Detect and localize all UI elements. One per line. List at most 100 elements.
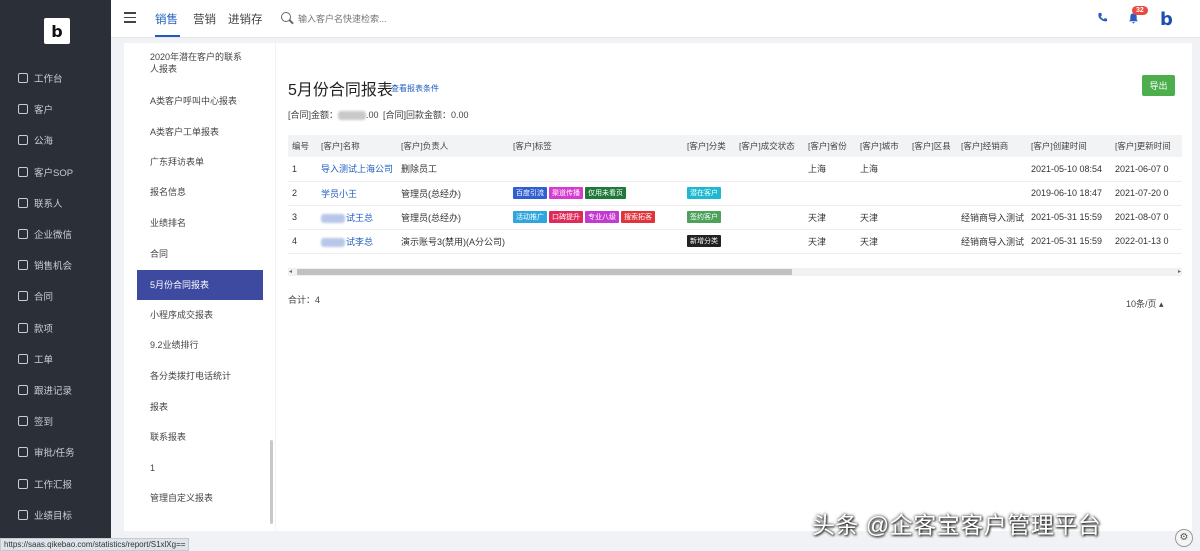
search-input[interactable]: [298, 10, 598, 28]
nav-item[interactable]: 工单: [18, 349, 53, 369]
tag-badge: 口碑提升: [549, 211, 583, 223]
cell-category: 潜在客户: [683, 181, 735, 206]
search-icon[interactable]: [281, 12, 291, 22]
cell-owner: 演示账号3(禁用)(A分公司): [397, 229, 509, 254]
cell-updated: 2021-06-07 0: [1111, 157, 1182, 182]
report-item[interactable]: 2020年潜在客户的联系人报表: [124, 51, 249, 75]
cell-owner-text: 演示账号3(禁用)(A分公司): [401, 236, 505, 247]
payment-icon: [18, 322, 28, 333]
cell-customer-name[interactable]: 导入测试上海公司: [317, 157, 397, 182]
cell-updated: 2021-08-07 0: [1111, 205, 1182, 230]
brand-icon[interactable]: b: [1160, 9, 1173, 30]
nav-item[interactable]: 客户SOP: [18, 162, 73, 182]
cell-city: [856, 181, 908, 206]
report-item[interactable]: A类客户工单报表: [124, 126, 263, 138]
sea-icon: [18, 135, 28, 146]
column-header[interactable]: [客户]城市: [856, 135, 908, 157]
table-row[interactable]: 3 试王总 管理员(总经办) 活动推广 口碑提升 专业八级 搜索拓客 签约客户 天津 天津 经销商导…: [288, 205, 1182, 230]
nav-item[interactable]: 业绩目标: [18, 505, 72, 525]
report-list-scrollbar[interactable]: [270, 440, 273, 524]
nav-item[interactable]: 公海: [18, 130, 53, 150]
cell-owner: 管理员(总经办): [397, 205, 509, 230]
cell-tags: 百度引流 渠道传播 仅用未看页: [509, 181, 683, 206]
report-item[interactable]: 小程序成交报表: [124, 309, 263, 321]
watermark: 头条 @企客宝客户管理平台: [812, 512, 1102, 538]
report-item[interactable]: 各分类拨打电话统计: [124, 370, 263, 382]
cell-owner: 管理员(总经办): [397, 181, 509, 206]
nav-item[interactable]: 签到: [18, 411, 53, 431]
nav-item[interactable]: 联系人: [18, 193, 63, 213]
target-icon: [18, 509, 28, 520]
column-header[interactable]: [客户]负责人: [397, 135, 509, 157]
nav-item[interactable]: 企业微信: [18, 224, 72, 244]
app-logo[interactable]: b: [44, 18, 70, 44]
nav-item[interactable]: 工作台: [18, 68, 63, 88]
tag-badge: 百度引流: [513, 187, 547, 199]
cell-created: 2021-05-10 08:54: [1027, 157, 1111, 182]
nav-item-label: 工单: [34, 354, 54, 366]
report-item[interactable]: 1: [124, 462, 263, 474]
report-item[interactable]: 报表: [124, 401, 263, 413]
column-header[interactable]: [客户]更新时间: [1111, 135, 1182, 157]
report-item[interactable]: 报名信息: [124, 186, 263, 198]
horizontal-scrollbar[interactable]: ◂ ▸: [288, 268, 1182, 276]
nav-item[interactable]: 款项: [18, 318, 53, 338]
nav-item[interactable]: 合同: [18, 286, 53, 306]
settings-fab-icon[interactable]: ⚙: [1175, 529, 1193, 547]
column-header[interactable]: [客户]区县: [908, 135, 957, 157]
column-header[interactable]: [客户]经销商: [957, 135, 1027, 157]
report-item[interactable]: 业绩排名: [124, 217, 263, 229]
nav-item[interactable]: 跟进记录: [18, 380, 72, 400]
column-header[interactable]: [客户]成交状态: [735, 135, 804, 157]
cell-updated: 2021-07-20 0: [1111, 181, 1182, 206]
table-row[interactable]: 4 试李总 演示账号3(禁用)(A分公司) 新增分类 天津 天津 经销商导入测试 2021-0…: [288, 229, 1182, 254]
column-header[interactable]: [客户]省份: [804, 135, 856, 157]
filter-link[interactable]: 查看报表条件: [391, 83, 439, 94]
table-row[interactable]: 1 导入测试上海公司 删除员工 上海 上海 2021-05-10 08:54 2021-06…: [288, 157, 1182, 182]
column-header[interactable]: [客户]名称: [317, 135, 397, 157]
cell-customer-name[interactable]: 试王总: [317, 205, 397, 230]
cell-number: 1: [288, 157, 317, 182]
nav-item[interactable]: 审批/任务: [18, 442, 75, 462]
nav-item[interactable]: 工作汇报: [18, 474, 72, 494]
nav-item[interactable]: 客户: [18, 99, 53, 119]
report-item[interactable]: 联系报表: [124, 431, 263, 443]
page-size-select[interactable]: 10条/页 ▴: [1126, 297, 1164, 310]
export-button[interactable]: 导出: [1142, 75, 1175, 96]
menu-toggle-icon[interactable]: [124, 12, 136, 24]
scroll-right-icon[interactable]: ▸: [1178, 268, 1181, 275]
table-row[interactable]: 2 学员小王 管理员(总经办) 百度引流 渠道传播 仅用未看页 潜在客户 2019-06-10…: [288, 181, 1182, 206]
tab-inventory[interactable]: 进销存: [228, 11, 263, 27]
amount-suffix: .00: [366, 110, 379, 120]
redacted-name: [321, 213, 345, 223]
cell-district: [908, 157, 957, 182]
cell-province-text: 天津: [808, 212, 827, 223]
report-item[interactable]: 广东拜访表单: [124, 156, 263, 168]
column-header[interactable]: [客户]创建时间: [1027, 135, 1111, 157]
cell-deal-status: [735, 229, 804, 254]
scroll-left-icon[interactable]: ◂: [289, 268, 292, 275]
phone-icon[interactable]: [1097, 12, 1108, 23]
report-item-active[interactable]: 5月份合同报表: [137, 270, 263, 300]
tag-badge: 活动推广: [513, 211, 547, 223]
cell-created: 2019-06-10 18:47: [1027, 181, 1111, 206]
report-item[interactable]: A类客户呼叫中心报表: [124, 95, 263, 107]
nav-item[interactable]: 销售机会: [18, 255, 72, 275]
report-item[interactable]: 9.2业绩排行: [124, 339, 263, 351]
nav-item-label: 客户SOP: [34, 167, 74, 179]
report-item[interactable]: 合同: [124, 248, 263, 260]
tag-badge: 仅用未看页: [585, 187, 626, 199]
report-icon: [18, 478, 28, 489]
column-header[interactable]: 编号: [288, 135, 317, 157]
cell-customer-name[interactable]: 学员小王: [317, 181, 397, 206]
column-header[interactable]: [客户]标签: [509, 135, 683, 157]
cell-customer-name[interactable]: 试李总: [317, 229, 397, 254]
tab-marketing[interactable]: 营销: [193, 11, 216, 27]
tab-sales[interactable]: 销售: [155, 11, 178, 27]
cell-city-text: 上海: [860, 164, 879, 175]
cell-category: 新增分类: [683, 229, 735, 254]
cell-city: 上海: [856, 157, 908, 182]
scroll-thumb[interactable]: [297, 269, 792, 275]
column-header[interactable]: [客户]分类: [683, 135, 735, 157]
report-item[interactable]: 管理自定义报表: [124, 492, 263, 504]
